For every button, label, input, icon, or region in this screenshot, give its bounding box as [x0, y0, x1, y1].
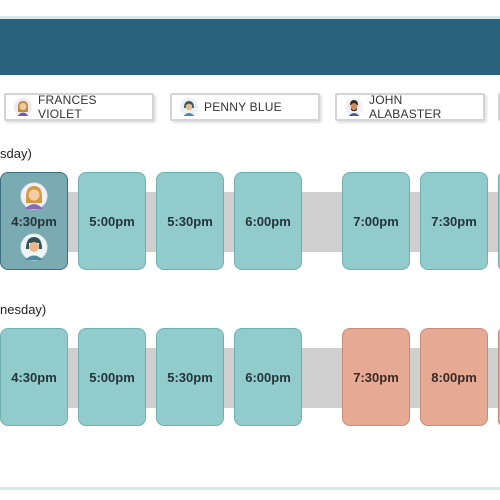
time-slot[interactable]: 6:00pm	[234, 328, 302, 426]
time-slot-booked[interactable]: 8:00pm	[420, 328, 488, 426]
frances-avatar-icon	[14, 98, 32, 116]
frances-avatar-icon	[20, 182, 48, 210]
staff-chip-penny-blue[interactable]: PENNY BLUE	[170, 93, 320, 121]
penny-avatar-icon	[20, 233, 48, 261]
john-avatar-icon	[345, 98, 363, 116]
time-slot-row: 4:30pm 5:00pm 5:30pm 6:00pm 7:00pm 7:30p…	[0, 172, 500, 272]
time-slot-row: 4:30pm 5:00pm 5:30pm 6:00pm 7:30pm 8:00p…	[0, 328, 500, 428]
staff-chip-label: PENNY BLUE	[204, 100, 282, 114]
staff-chip-label: FRANCES VIOLET	[38, 93, 97, 121]
header-bar	[0, 19, 500, 75]
staff-chip-john-alabaster[interactable]: JOHN ALABASTER	[335, 93, 485, 121]
day-label: nesday)	[0, 302, 47, 317]
time-slot-label: 4:30pm	[11, 213, 57, 229]
time-slot[interactable]: 5:30pm	[156, 172, 224, 270]
staff-chip-label: JOHN ALABASTER	[369, 93, 442, 121]
day-label: sday)	[0, 146, 32, 161]
time-slot[interactable]: 5:00pm	[78, 328, 146, 426]
time-slot-selected[interactable]: 4:30pm	[0, 172, 68, 270]
time-slot[interactable]: 5:00pm	[78, 172, 146, 270]
time-slot[interactable]: 7:00pm	[342, 172, 410, 270]
time-slot[interactable]: 7:30pm	[420, 172, 488, 270]
time-slot-booked[interactable]: 7:30pm	[342, 328, 410, 426]
penny-avatar-icon	[180, 98, 198, 116]
time-slot[interactable]: 4:30pm	[0, 328, 68, 426]
staff-chip-frances-violet[interactable]: FRANCES VIOLET	[4, 93, 154, 121]
time-slot[interactable]: 5:30pm	[156, 328, 224, 426]
bottom-border	[0, 487, 500, 490]
time-slot[interactable]: 6:00pm	[234, 172, 302, 270]
